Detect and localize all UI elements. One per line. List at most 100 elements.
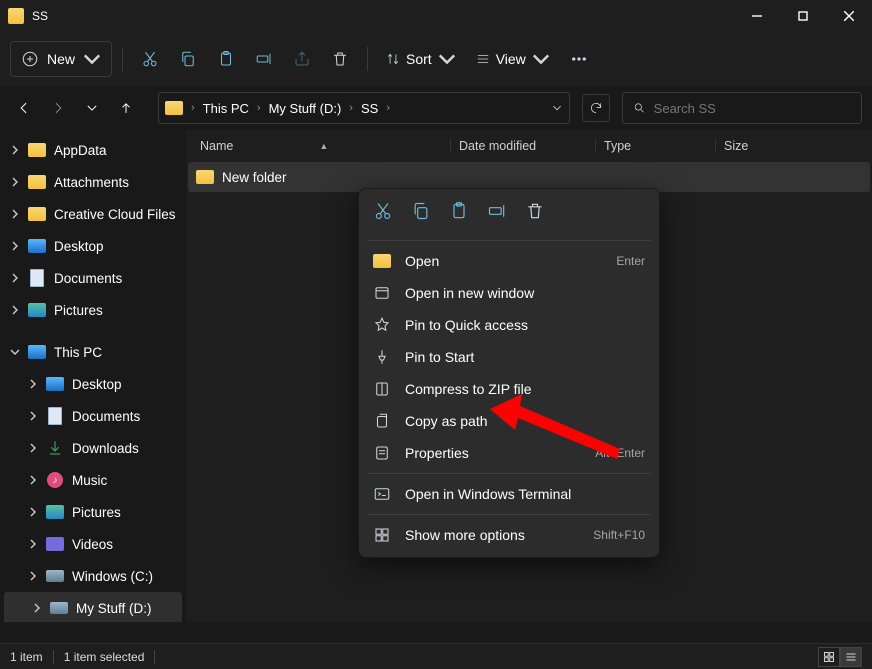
ctx-open-terminal[interactable]: Open in Windows Terminal	[359, 478, 659, 510]
pin-icon	[373, 348, 391, 366]
label: Documents	[54, 271, 122, 286]
back-button[interactable]	[10, 94, 38, 122]
paste-button[interactable]	[209, 41, 243, 77]
copy-path-icon	[373, 412, 391, 430]
folder-icon	[165, 101, 183, 115]
status-selected: 1 item selected	[64, 650, 145, 664]
ctx-cut-button[interactable]	[373, 201, 393, 226]
star-icon	[373, 316, 391, 334]
view-label: View	[496, 51, 526, 67]
sidebar-item-tp-downloads[interactable]: Downloads	[0, 432, 186, 464]
sort-asc-icon: ▲	[319, 141, 328, 151]
toolbar: New Sort View	[0, 32, 872, 86]
label: Documents	[72, 409, 140, 424]
search-input[interactable]	[654, 101, 851, 116]
ctx-delete-button[interactable]	[525, 201, 545, 226]
ctx-open[interactable]: OpenEnter	[359, 245, 659, 277]
zip-icon	[373, 380, 391, 398]
sort-label: Sort	[406, 51, 432, 67]
separator	[154, 650, 155, 664]
label: Pictures	[72, 505, 121, 520]
separator	[367, 514, 651, 515]
sidebar-item-attachments[interactable]: Attachments	[0, 166, 186, 198]
chevron-down-icon[interactable]	[551, 102, 563, 114]
chevron-right-icon[interactable]: ›	[345, 102, 357, 114]
breadcrumb-folder[interactable]: SS	[361, 101, 378, 116]
ctx-rename-button[interactable]	[487, 201, 507, 226]
sidebar-item-thispc[interactable]: This PC	[0, 336, 186, 368]
copy-button[interactable]	[171, 41, 205, 77]
separator	[53, 650, 54, 664]
sidebar-item-appdata[interactable]: AppData	[0, 134, 186, 166]
breadcrumb-drive[interactable]: My Stuff (D:)	[269, 101, 342, 116]
delete-button[interactable]	[323, 41, 357, 77]
column-headers: Name▲ Date modified Type Size	[186, 130, 872, 162]
new-button[interactable]: New	[10, 41, 112, 77]
ctx-paste-button[interactable]	[449, 201, 469, 226]
refresh-button[interactable]	[582, 94, 610, 122]
ctx-properties[interactable]: PropertiesAlt+Enter	[359, 437, 659, 469]
chevron-right-icon[interactable]: ›	[253, 102, 265, 114]
sidebar-item-tp-music[interactable]: ♪Music	[0, 464, 186, 496]
ctx-show-more[interactable]: Show more optionsShift+F10	[359, 519, 659, 551]
ctx-pin-quick[interactable]: Pin to Quick access	[359, 309, 659, 341]
col-type[interactable]: Type	[595, 139, 715, 153]
status-bar: 1 item 1 item selected	[0, 643, 872, 669]
close-button[interactable]	[826, 0, 872, 32]
share-button[interactable]	[285, 41, 319, 77]
label: Music	[72, 473, 107, 488]
forward-button[interactable]	[44, 94, 72, 122]
ctx-copy-path[interactable]: Copy as path	[359, 405, 659, 437]
sidebar-item-tp-documents[interactable]: Documents	[0, 400, 186, 432]
col-size[interactable]: Size	[715, 139, 795, 153]
label: AppData	[54, 143, 107, 158]
more-button[interactable]	[562, 41, 596, 77]
sidebar-item-pictures[interactable]: Pictures	[0, 294, 186, 326]
title-bar: SS	[0, 0, 872, 32]
recent-button[interactable]	[78, 94, 106, 122]
sidebar-item-tp-c[interactable]: Windows (C:)	[0, 560, 186, 592]
navigation-pane: AppData Attachments Creative Cloud Files…	[0, 130, 186, 622]
separator	[367, 240, 651, 241]
separator	[367, 473, 651, 474]
status-count: 1 item	[10, 650, 43, 664]
search-box[interactable]	[622, 92, 862, 124]
sidebar-item-tp-desktop[interactable]: Desktop	[0, 368, 186, 400]
col-date[interactable]: Date modified	[450, 139, 595, 153]
ctx-pin-start[interactable]: Pin to Start	[359, 341, 659, 373]
sidebar-item-documents[interactable]: Documents	[0, 262, 186, 294]
chevron-right-icon[interactable]: ›	[382, 102, 394, 114]
label: Videos	[72, 537, 113, 552]
sidebar-item-creative[interactable]: Creative Cloud Files	[0, 198, 186, 230]
ctx-compress[interactable]: Compress to ZIP file	[359, 373, 659, 405]
chevron-right-icon[interactable]: ›	[187, 102, 199, 114]
maximize-button[interactable]	[780, 0, 826, 32]
label: Pictures	[54, 303, 103, 318]
file-name: New folder	[222, 170, 287, 185]
separator	[122, 47, 123, 71]
up-button[interactable]	[112, 94, 140, 122]
ctx-copy-button[interactable]	[411, 201, 431, 226]
sidebar-item-tp-d[interactable]: My Stuff (D:)	[4, 592, 182, 622]
view-details-button[interactable]	[840, 647, 862, 667]
separator	[367, 47, 368, 71]
address-bar[interactable]: › This PC › My Stuff (D:) › SS ›	[158, 92, 570, 124]
minimize-button[interactable]	[734, 0, 780, 32]
view-thumbnails-button[interactable]	[818, 647, 840, 667]
view-button[interactable]: View	[468, 41, 558, 77]
ctx-open-new-window[interactable]: Open in new window	[359, 277, 659, 309]
sidebar-item-tp-pictures[interactable]: Pictures	[0, 496, 186, 528]
search-icon	[633, 101, 646, 115]
col-name[interactable]: Name▲	[200, 139, 450, 153]
context-menu: OpenEnter Open in new window Pin to Quic…	[358, 188, 660, 558]
label: Desktop	[72, 377, 122, 392]
breadcrumb-thispc[interactable]: This PC	[203, 101, 249, 116]
sort-button[interactable]: Sort	[378, 41, 464, 77]
sidebar-item-tp-videos[interactable]: Videos	[0, 528, 186, 560]
folder-icon	[373, 254, 391, 268]
sidebar-item-desktop[interactable]: Desktop	[0, 230, 186, 262]
rename-button[interactable]	[247, 41, 281, 77]
label: Downloads	[72, 441, 139, 456]
cut-button[interactable]	[133, 41, 167, 77]
new-label: New	[47, 51, 75, 67]
